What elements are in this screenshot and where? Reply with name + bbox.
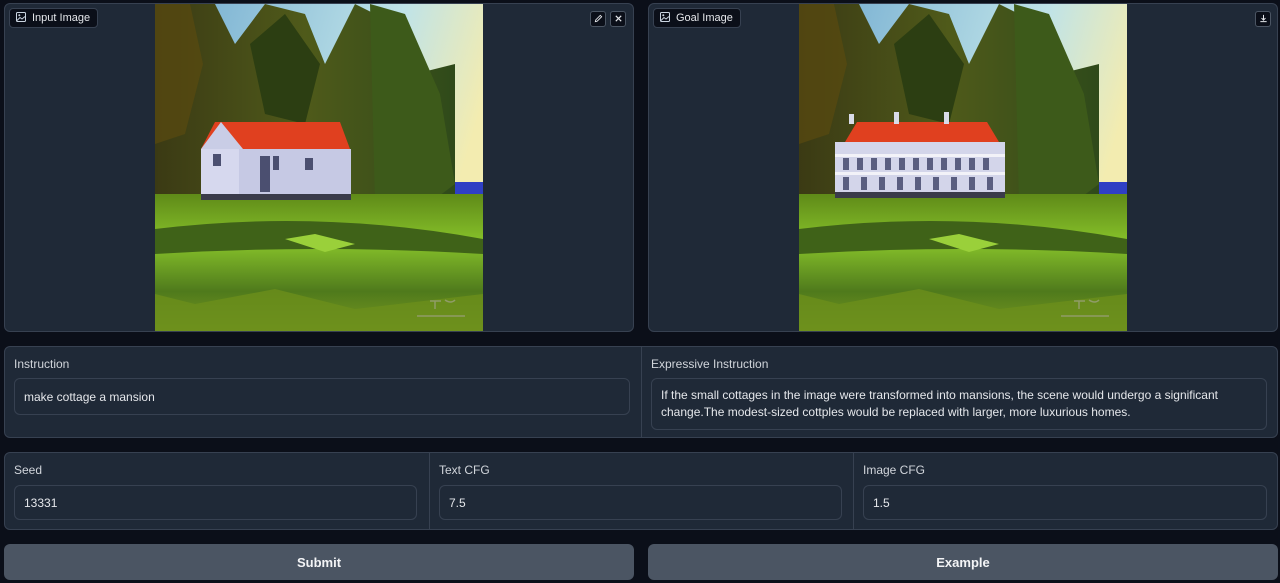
download-icon (1259, 12, 1268, 26)
column-divider (853, 453, 854, 529)
text-cfg-label: Text CFG (439, 463, 490, 477)
input-image-label-text: Input Image (32, 12, 91, 24)
image-icon (16, 11, 26, 25)
image-icon (660, 11, 670, 25)
goal-image-label: Goal Image (653, 8, 741, 28)
submit-button[interactable]: Submit (4, 544, 634, 580)
goal-image (799, 4, 1127, 331)
close-icon (614, 12, 623, 26)
edit-image-button[interactable] (590, 11, 606, 27)
column-divider (429, 453, 430, 529)
seed-label: Seed (14, 463, 43, 477)
clear-image-button[interactable] (610, 11, 626, 27)
image-cfg-label: Image CFG (863, 463, 926, 477)
text-cfg-input[interactable]: 7.5 (439, 485, 842, 520)
input-image-panel[interactable]: Input Image (4, 3, 634, 332)
image-cfg-input[interactable]: 1.5 (863, 485, 1267, 520)
goal-image-label-text: Goal Image (676, 12, 733, 24)
expressive-instruction-label: Expressive Instruction (651, 357, 769, 371)
expressive-instruction-textarea[interactable]: If the small cottages in the image were … (651, 378, 1267, 430)
edit-icon (594, 12, 603, 26)
instruction-label: Instruction (14, 357, 70, 371)
input-image (155, 4, 483, 331)
download-image-button[interactable] (1255, 11, 1271, 27)
column-divider (641, 347, 642, 437)
goal-image-panel[interactable]: Goal Image (648, 3, 1278, 332)
example-button[interactable]: Example (648, 544, 1278, 580)
seed-input[interactable]: 13331 (14, 485, 417, 520)
instruction-input[interactable]: make cottage a mansion (14, 378, 630, 415)
input-image-label: Input Image (9, 8, 99, 28)
